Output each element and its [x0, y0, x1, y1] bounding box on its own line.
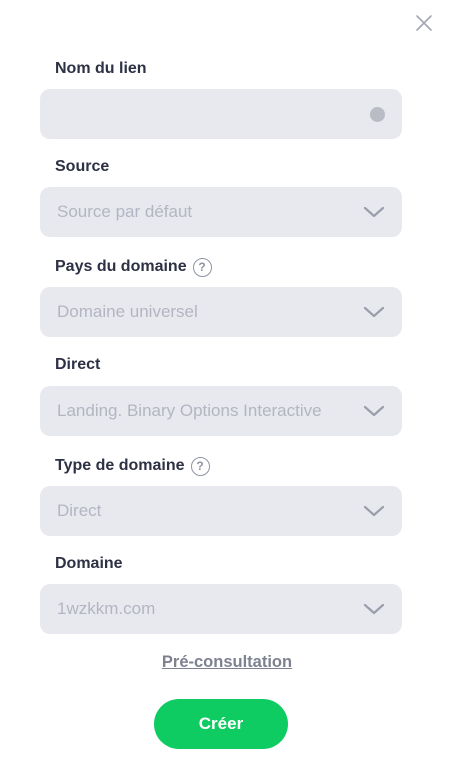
link-name-label-text: Nom du lien — [55, 60, 147, 77]
domain-label-text: Domaine — [55, 555, 123, 572]
chevron-down-icon — [363, 206, 385, 218]
help-icon[interactable]: ? — [190, 456, 210, 476]
chevron-down-icon — [363, 603, 385, 615]
domain-type-select-value: Direct — [57, 501, 102, 520]
chevron-down-icon — [363, 505, 385, 517]
source-select[interactable]: Source par défaut — [40, 187, 402, 237]
status-dot-icon — [370, 106, 385, 122]
direct-label: Direct — [55, 354, 100, 376]
preview-link[interactable]: Pré-consultation — [0, 653, 454, 672]
domain-label: Domaine — [55, 553, 123, 575]
domain-type-label: Type de domaine ? — [55, 455, 210, 477]
link-name-field[interactable] — [40, 89, 402, 139]
close-icon — [416, 15, 432, 31]
direct-select[interactable]: Landing. Binary Options Interactive — [40, 386, 402, 436]
link-name-label: Nom du lien — [55, 58, 147, 80]
direct-label-text: Direct — [55, 356, 101, 373]
domain-country-select-value: Domaine universel — [57, 302, 198, 321]
source-select-value: Source par défaut — [57, 202, 193, 221]
chevron-down-icon — [363, 306, 385, 318]
domain-country-select[interactable]: Domaine universel — [40, 287, 402, 337]
create-button[interactable]: Créer — [154, 699, 288, 749]
domain-type-select[interactable]: Direct — [40, 486, 402, 536]
source-label-text: Source — [55, 158, 110, 175]
link-name-input[interactable] — [57, 104, 370, 124]
close-button[interactable] — [414, 13, 434, 33]
domain-select-value: 1wzkkm.com — [57, 599, 156, 618]
source-label: Source — [55, 156, 109, 178]
direct-select-value: Landing. Binary Options Interactive — [57, 401, 322, 420]
domain-country-label: Pays du domaine ? — [55, 256, 212, 278]
domain-country-label-text: Pays du domaine — [55, 258, 187, 275]
help-icon[interactable]: ? — [192, 257, 212, 277]
chevron-down-icon — [363, 405, 385, 417]
domain-select[interactable]: 1wzkkm.com — [40, 584, 402, 634]
domain-type-label-text: Type de domaine — [55, 457, 185, 474]
